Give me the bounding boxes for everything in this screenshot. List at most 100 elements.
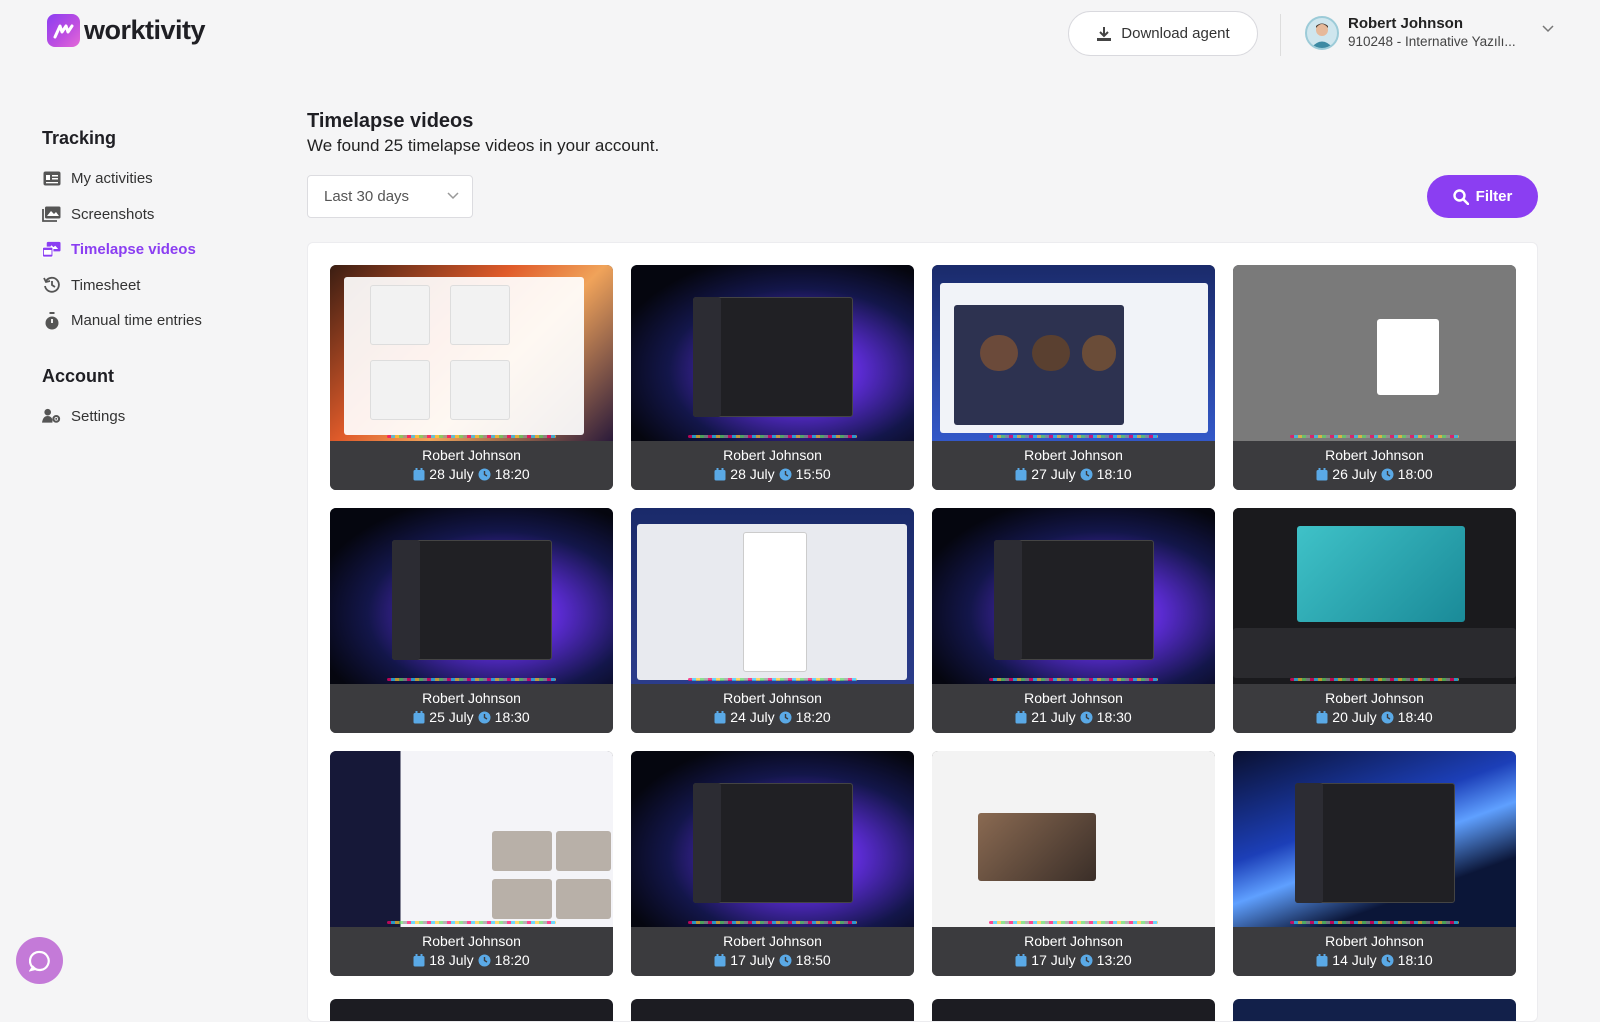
video-thumbnail [631,508,914,684]
dock-bar [988,435,1159,438]
chevron-down-icon [447,192,459,200]
video-date: 24 July [730,709,775,725]
sidebar-item-timelapse-videos[interactable]: Timelapse videos [42,232,282,268]
video-card-partial[interactable] [330,999,613,1021]
video-meta: Robert Johnson 17 July 18:50 [631,927,914,976]
video-thumbnail [631,751,914,927]
images-icon [42,205,61,224]
video-meta: Robert Johnson 28 July 18:20 [330,441,613,490]
clock-icon [1381,954,1394,966]
video-meta: Robert Johnson 26 July 18:00 [1233,441,1516,490]
video-user-name: Robert Johnson [1024,690,1123,706]
video-card-partial[interactable] [1233,999,1516,1021]
timelapse-video-card[interactable]: Robert Johnson 17 July 18:50 [631,751,914,976]
video-thumbnail [1233,751,1516,927]
calendar-icon [1015,467,1027,480]
clock-icon [478,468,491,480]
sidebar-item-label: My activities [71,170,153,188]
calendar-icon [714,710,726,723]
timelapse-video-card[interactable]: Robert Johnson 17 July 13:20 [932,751,1215,976]
brand-name: worktivity [84,15,206,45]
video-meta: Robert Johnson 21 July 18:30 [932,684,1215,733]
video-date: 18 July [429,952,474,968]
sidebar-item-my-activities[interactable]: My activities [42,161,282,197]
page-subtitle: We found 25 timelapse videos in your acc… [307,136,660,155]
calendar-icon [714,953,726,966]
chevron-down-icon [1542,25,1554,33]
calendar-icon [413,953,425,966]
sidebar-item-label: Timesheet [71,276,141,294]
video-thumbnail [932,751,1215,927]
stopwatch-icon [42,311,61,330]
video-thumbnail [1233,508,1516,684]
avatar [1305,16,1339,50]
user-menu[interactable]: Robert Johnson 910248 - Internative Yazı… [1305,13,1555,53]
date-range-select[interactable]: Last 30 days [307,175,473,218]
dock-bar [386,921,557,924]
clock-icon [779,468,792,480]
video-time: 18:30 [494,709,530,725]
video-meta: Robert Johnson 18 July 18:20 [330,927,613,976]
timelapse-video-card[interactable]: Robert Johnson 25 July 18:30 [330,508,613,733]
clock-icon [478,954,491,966]
download-agent-button[interactable]: Download agent [1068,11,1258,56]
sidebar-item-screenshots[interactable]: Screenshots [42,197,282,233]
video-date: 14 July [1332,952,1377,968]
video-date: 26 July [1332,466,1377,482]
video-date: 25 July [429,709,474,725]
video-time: 18:40 [1397,709,1433,725]
calendar-icon [1316,710,1328,723]
clock-icon [1381,468,1394,480]
dock-bar [1289,921,1460,924]
filter-button[interactable]: Filter [1427,175,1538,218]
video-time: 18:10 [1397,952,1433,968]
timelapse-video-card[interactable]: Robert Johnson 21 July 18:30 [932,508,1215,733]
sidebar-section-tracking: Tracking [42,128,117,148]
video-thumbnail [932,508,1215,684]
video-time: 18:20 [795,709,831,725]
clock-icon [1381,711,1394,723]
clock-icon [1080,954,1093,966]
video-meta: Robert Johnson 17 July 13:20 [932,927,1215,976]
user-name: Robert Johnson [1348,15,1463,32]
brand-logo[interactable]: worktivity [47,14,206,47]
header-divider [1280,14,1281,56]
top-bar: worktivity Download agent Robert Johnson… [0,0,1600,66]
sidebar-item-manual-time-entries[interactable]: Manual time entries [42,303,282,339]
video-user-name: Robert Johnson [723,933,822,949]
calendar-icon [1316,953,1328,966]
video-meta: Robert Johnson 20 July 18:40 [1233,684,1516,733]
timelapse-video-card[interactable]: Robert Johnson 20 July 18:40 [1233,508,1516,733]
calendar-icon [1015,953,1027,966]
video-card-partial[interactable] [932,999,1215,1021]
timelapse-video-card[interactable]: Robert Johnson 28 July 15:50 [631,265,914,490]
timelapse-video-card[interactable]: Robert Johnson 26 July 18:00 [1233,265,1516,490]
timelapse-video-card[interactable]: Robert Johnson 27 July 18:10 [932,265,1215,490]
dock-bar [1289,678,1460,681]
clock-icon [478,711,491,723]
sidebar-item-timesheet[interactable]: Timesheet [42,268,282,304]
calendar-icon [1316,467,1328,480]
timelapse-video-card[interactable]: Robert Johnson 28 July 18:20 [330,265,613,490]
video-user-name: Robert Johnson [1024,933,1123,949]
search-icon [1452,188,1469,205]
chat-bubble-icon [28,950,50,972]
timelapse-video-card[interactable]: Robert Johnson 18 July 18:20 [330,751,613,976]
dock-bar [386,435,557,438]
video-user-name: Robert Johnson [1325,447,1424,463]
video-meta: Robert Johnson 24 July 18:20 [631,684,914,733]
video-card-partial[interactable] [631,999,914,1021]
video-date: 27 July [1031,466,1076,482]
dock-bar [988,678,1159,681]
timelapse-video-card[interactable]: Robert Johnson 24 July 18:20 [631,508,914,733]
support-chat-button[interactable] [16,937,63,984]
video-meta: Robert Johnson 25 July 18:30 [330,684,613,733]
dock-bar [386,678,557,681]
sidebar-item-settings[interactable]: Settings [42,399,282,435]
video-user-name: Robert Johnson [1325,933,1424,949]
video-meta: Robert Johnson 14 July 18:10 [1233,927,1516,976]
video-time: 15:50 [795,466,831,482]
video-thumbnail [330,508,613,684]
timelapse-video-card[interactable]: Robert Johnson 14 July 18:10 [1233,751,1516,976]
video-time: 13:20 [1096,952,1132,968]
